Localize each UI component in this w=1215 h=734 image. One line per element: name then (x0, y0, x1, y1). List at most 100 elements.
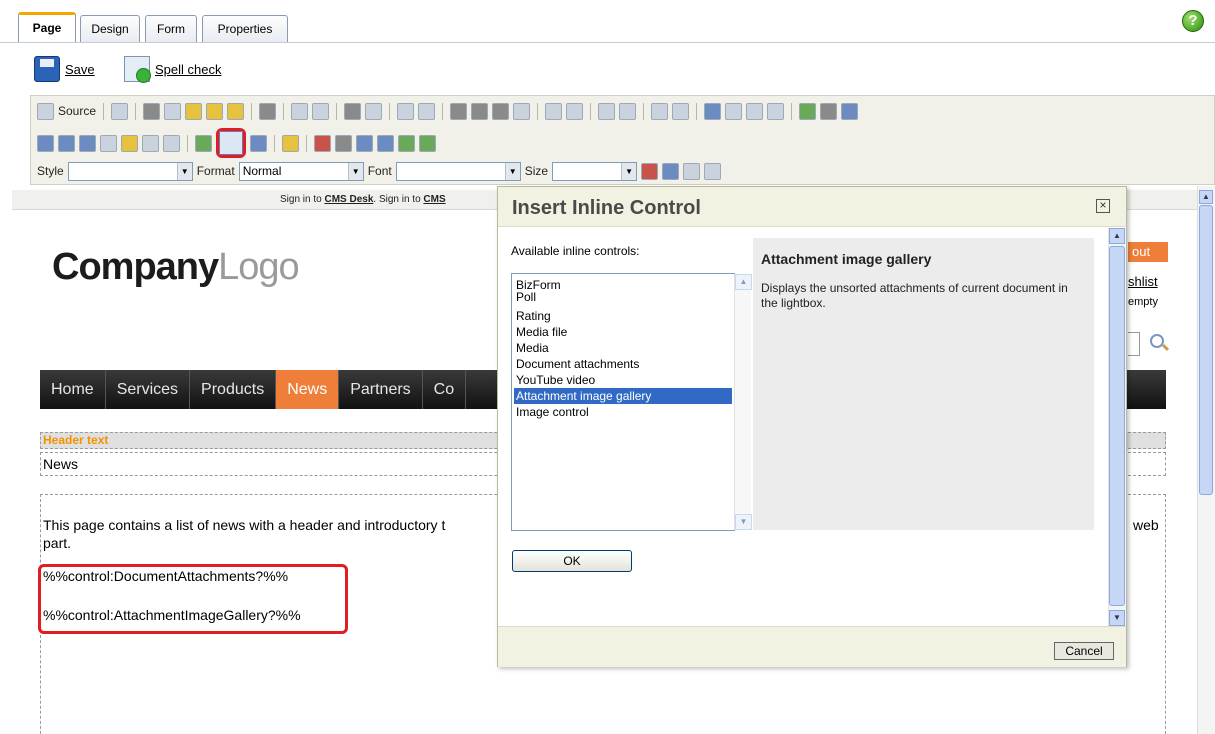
ok-button[interactable]: OK (512, 550, 632, 572)
print-icon[interactable] (259, 102, 277, 120)
align-left-icon[interactable] (704, 102, 722, 120)
undo-icon[interactable] (291, 102, 309, 120)
special-char-icon[interactable] (142, 134, 159, 152)
font-select[interactable]: ▼ (395, 161, 521, 181)
cms-desk-link[interactable]: CMS Desk (324, 194, 373, 205)
preview-icon[interactable] (111, 102, 129, 120)
anchor-icon[interactable] (841, 102, 859, 120)
insert-inline-control-icon[interactable] (219, 131, 243, 155)
format-select[interactable]: Normal ▼ (238, 161, 364, 181)
scroll-up-arrow-icon[interactable]: ▲ (1109, 228, 1125, 244)
italic-icon[interactable] (471, 102, 489, 120)
nav-home[interactable]: Home (40, 370, 106, 409)
align-center-icon[interactable] (725, 102, 743, 120)
insert-image-icon[interactable] (37, 134, 54, 152)
quick-link-icon[interactable] (419, 134, 436, 152)
image-gallery-icon[interactable] (356, 134, 373, 152)
editor-toolbar: Source Style ▼ Format Normal ▼ Font ▼ Si… (30, 95, 1215, 185)
copy-icon[interactable] (164, 102, 182, 120)
youtube-icon[interactable] (314, 134, 331, 152)
dialog-scrollbar-thumb[interactable] (1109, 246, 1125, 606)
redo-icon[interactable] (312, 102, 330, 120)
outdent-icon[interactable] (651, 102, 669, 120)
scroll-down-arrow-icon[interactable]: ▼ (1109, 610, 1125, 626)
list-item[interactable]: YouTube video (514, 372, 718, 388)
paste-word-icon[interactable] (227, 102, 245, 120)
tab-design[interactable]: Design (80, 15, 140, 42)
insert-widget-icon[interactable] (195, 134, 212, 152)
tab-form[interactable]: Form (145, 15, 197, 42)
indent-icon[interactable] (672, 102, 690, 120)
source-icon[interactable] (37, 102, 54, 120)
star-icon[interactable] (282, 134, 299, 152)
save-button[interactable]: Save (34, 54, 95, 84)
text-color-icon[interactable] (641, 162, 659, 180)
style-select[interactable]: ▼ (67, 161, 193, 181)
zoom-preview-icon[interactable] (704, 162, 722, 180)
toolbar-separator (135, 102, 137, 120)
signout-button[interactable]: out (1128, 242, 1168, 262)
nav-products[interactable]: Products (190, 370, 277, 409)
replace-icon[interactable] (365, 102, 383, 120)
unlink-icon[interactable] (820, 102, 838, 120)
search-icon[interactable] (1150, 334, 1164, 348)
inline-controls-list[interactable]: BizForm Poll Rating Media file Media Doc… (511, 273, 752, 531)
list-item-selected[interactable]: Attachment image gallery (514, 388, 732, 404)
paste-icon[interactable] (185, 102, 203, 120)
list-item[interactable]: Image control (514, 404, 718, 420)
align-right-icon[interactable] (746, 102, 764, 120)
strikethrough-icon[interactable] (513, 102, 531, 120)
underline-icon[interactable] (492, 102, 510, 120)
tab-properties[interactable]: Properties (202, 15, 288, 42)
cancel-button[interactable]: Cancel (1054, 642, 1114, 660)
size-select[interactable]: ▼ (552, 161, 638, 181)
bold-icon[interactable] (450, 102, 468, 120)
tab-page[interactable]: Page (18, 12, 76, 43)
wishlist-link[interactable]: shlist (1128, 274, 1158, 289)
search-input[interactable] (1128, 332, 1140, 356)
help-icon[interactable]: ? (1182, 10, 1204, 32)
insert-link-icon[interactable] (799, 102, 817, 120)
nav-contact[interactable]: Co (423, 370, 467, 409)
nav-news[interactable]: News (276, 370, 340, 409)
barcode-icon[interactable] (335, 134, 352, 152)
list-item[interactable]: Media file (514, 324, 718, 340)
list-item[interactable]: Poll (514, 291, 718, 309)
scroll-up-arrow-icon[interactable]: ▲ (735, 274, 752, 290)
select-all-icon[interactable] (397, 102, 415, 120)
show-blocks-icon[interactable] (683, 162, 701, 180)
paste-text-icon[interactable] (206, 102, 224, 120)
list-item[interactable]: Document attachments (514, 356, 718, 372)
smiley-icon[interactable] (121, 134, 138, 152)
list-item[interactable]: BizForm (514, 277, 718, 293)
insert-table-icon[interactable] (79, 134, 96, 152)
justify-icon[interactable] (767, 102, 785, 120)
nav-services[interactable]: Services (106, 370, 191, 409)
close-icon[interactable]: × (1096, 199, 1110, 213)
page-break-icon[interactable] (163, 134, 180, 152)
toolbar-separator (696, 102, 698, 120)
remove-format-icon[interactable] (418, 102, 436, 120)
insert-poll-icon[interactable] (250, 134, 267, 152)
cut-icon[interactable] (143, 102, 161, 120)
flash-icon[interactable] (377, 134, 394, 152)
spellcheck-button[interactable]: Spell check (124, 54, 221, 84)
cms-link[interactable]: CMS (423, 194, 445, 205)
page-scrollbar-thumb[interactable] (1199, 205, 1213, 495)
insert-media-icon[interactable] (58, 134, 75, 152)
list-item[interactable]: Rating (514, 308, 718, 324)
horizontal-rule-icon[interactable] (100, 134, 117, 152)
superscript-icon[interactable] (566, 102, 584, 120)
insert-document-icon[interactable] (398, 134, 415, 152)
numbered-list-icon[interactable] (598, 102, 616, 120)
subscript-icon[interactable] (545, 102, 563, 120)
scroll-up-arrow-icon[interactable]: ▲ (1199, 190, 1213, 204)
bulleted-list-icon[interactable] (619, 102, 637, 120)
nav-partners[interactable]: Partners (339, 370, 423, 409)
find-icon[interactable] (344, 102, 362, 120)
list-item[interactable]: Media (514, 340, 718, 356)
background-color-icon[interactable] (662, 162, 680, 180)
scroll-down-arrow-icon[interactable]: ▼ (735, 514, 752, 530)
list-scrollbar[interactable]: ▲ ▼ (734, 274, 752, 530)
source-button[interactable]: Source (58, 104, 96, 118)
